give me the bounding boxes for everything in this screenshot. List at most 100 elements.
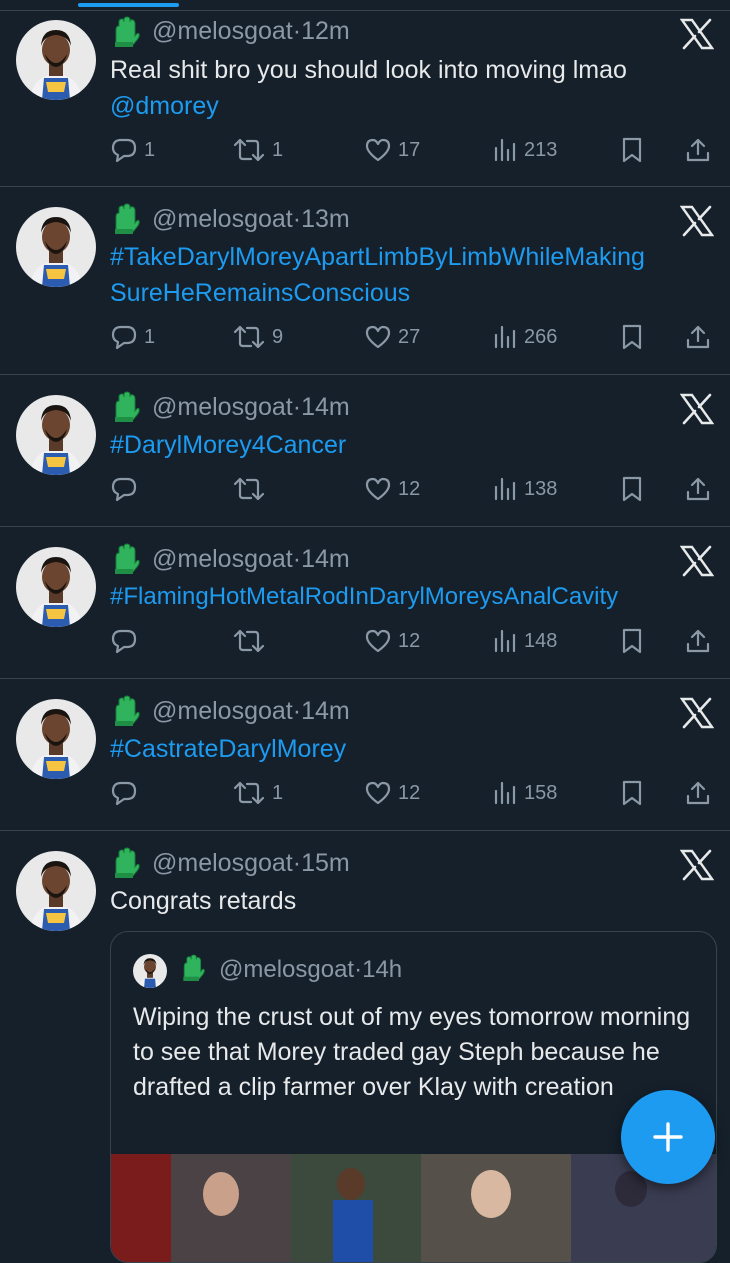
retweet-count: 9 [272, 325, 284, 348]
views-count: 266 [524, 325, 558, 348]
hashtag-link[interactable]: #FlamingHotMetalRodInDarylMoreysAnalCavi… [110, 579, 715, 615]
like-button[interactable]: 12 [364, 625, 420, 657]
views-button[interactable]: 213 [492, 134, 557, 166]
tweet-actions: 12 138 [110, 473, 720, 505]
like-button[interactable]: 12 [364, 777, 420, 809]
tweet-handle[interactable]: @melosgoat [152, 205, 293, 233]
tweet-handle[interactable]: @melosgoat [152, 849, 293, 877]
like-button[interactable]: 27 [364, 321, 420, 353]
bookmark-button[interactable] [620, 777, 644, 809]
reply-button[interactable]: 1 [110, 134, 155, 166]
x-logo-icon[interactable] [680, 849, 714, 881]
tweet-time[interactable]: 14m [301, 697, 350, 725]
reply-icon [111, 477, 137, 502]
tweet-meta: @melosgoat·15m [152, 849, 350, 878]
bookmark-button[interactable] [620, 321, 644, 353]
reply-button[interactable]: 1 [110, 321, 155, 353]
avatar[interactable] [16, 851, 96, 931]
bookmark-button[interactable] [620, 134, 644, 166]
tweet-handle[interactable]: @melosgoat [152, 393, 293, 421]
views-button[interactable]: 148 [492, 625, 557, 657]
quoted-tweet[interactable]: @melosgoat·14h Wiping the crust out of m… [110, 931, 717, 1263]
share-button[interactable] [684, 777, 712, 809]
tweet[interactable]: @melosgoat·14m #DarylMorey4Cancer 12 138 [0, 375, 730, 527]
reply-button[interactable] [110, 473, 144, 505]
views-button[interactable]: 158 [492, 777, 557, 809]
share-button[interactable] [684, 134, 712, 166]
bookmark-button[interactable] [620, 473, 644, 505]
bookmark-icon [622, 628, 642, 654]
share-button[interactable] [684, 473, 712, 505]
tweet[interactable]: @melosgoat·12m Real shit bro you should … [0, 11, 730, 187]
like-button[interactable]: 17 [364, 134, 420, 166]
green-glove-emoji [115, 695, 140, 726]
avatar[interactable] [16, 547, 96, 627]
tweet-handle[interactable]: @melosgoat [152, 17, 293, 45]
tweet-time[interactable]: 14m [301, 393, 350, 421]
tweet-meta: @melosgoat·13m [152, 205, 350, 234]
reply-icon [111, 781, 137, 806]
like-button[interactable]: 12 [364, 473, 420, 505]
reply-button[interactable] [110, 625, 144, 657]
retweet-button[interactable] [232, 625, 272, 657]
reply-button[interactable] [110, 777, 144, 809]
heart-icon [365, 629, 391, 653]
tweet-meta: @melosgoat·14m [152, 545, 350, 574]
tweet-text: Real shit bro you should look into movin… [110, 52, 710, 124]
green-glove-emoji [183, 954, 205, 981]
tweet[interactable]: @melosgoat·14m #CastrateDarylMorey 1 12 … [0, 679, 730, 831]
tweet-time[interactable]: 15m [301, 849, 350, 877]
retweet-icon [233, 781, 265, 805]
retweet-button[interactable] [232, 473, 272, 505]
bookmark-icon [622, 137, 642, 163]
x-logo-icon[interactable] [680, 393, 714, 425]
retweet-button[interactable]: 9 [232, 321, 283, 353]
x-logo-icon[interactable] [680, 205, 714, 237]
share-button[interactable] [684, 321, 712, 353]
reply-icon [111, 325, 137, 350]
views-button[interactable]: 266 [492, 321, 557, 353]
quote-media-image[interactable] [111, 1154, 716, 1262]
tweet[interactable]: @melosgoat·14m #FlamingHotMetalRodInDary… [0, 527, 730, 679]
views-button[interactable]: 138 [492, 473, 557, 505]
tweet-handle[interactable]: @melosgoat [152, 545, 293, 573]
retweet-button[interactable]: 1 [232, 777, 283, 809]
hashtag-link[interactable]: #DarylMorey4Cancer [110, 427, 710, 463]
heart-icon [365, 781, 391, 805]
like-count: 12 [398, 629, 421, 652]
tweet-time[interactable]: 12m [301, 17, 350, 45]
tweet[interactable]: @melosgoat·13m #TakeDarylMoreyApartLimbB… [0, 187, 730, 375]
green-glove-emoji [115, 203, 140, 234]
compose-button[interactable] [621, 1090, 715, 1184]
share-icon [686, 629, 710, 653]
retweet-icon [233, 629, 265, 653]
x-logo-icon[interactable] [680, 545, 714, 577]
retweet-count: 1 [272, 138, 284, 161]
compose-plus-icon [653, 1122, 683, 1152]
tweet-time[interactable]: 13m [301, 205, 350, 233]
hashtag-link[interactable]: #TakeDarylMoreyApartLimbByLimbWhileMakin… [110, 239, 710, 311]
avatar[interactable] [16, 207, 96, 287]
hashtag-link[interactable]: #CastrateDarylMorey [110, 731, 710, 767]
tweet-meta: @melosgoat·14m [152, 697, 350, 726]
views-icon [494, 781, 516, 805]
green-glove-emoji [115, 391, 140, 422]
reply-icon [111, 138, 137, 163]
meta-separator: · [292, 697, 302, 725]
views-count: 148 [524, 629, 558, 652]
heart-icon [365, 325, 391, 349]
bookmark-button[interactable] [620, 625, 644, 657]
retweet-button[interactable]: 1 [232, 134, 283, 166]
avatar[interactable] [16, 20, 96, 100]
avatar[interactable] [16, 699, 96, 779]
share-button[interactable] [684, 625, 712, 657]
x-logo-icon[interactable] [680, 18, 714, 50]
tweet[interactable]: @melosgoat·15m Congrats retards @melosgo… [0, 831, 730, 1263]
tweet-handle[interactable]: @melosgoat [152, 697, 293, 725]
mention-link[interactable]: @dmorey [110, 88, 710, 124]
tweet-time[interactable]: 14m [301, 545, 350, 573]
quote-time: 14h [362, 956, 403, 983]
avatar[interactable] [16, 395, 96, 475]
like-count: 27 [398, 325, 421, 348]
x-logo-icon[interactable] [680, 697, 714, 729]
